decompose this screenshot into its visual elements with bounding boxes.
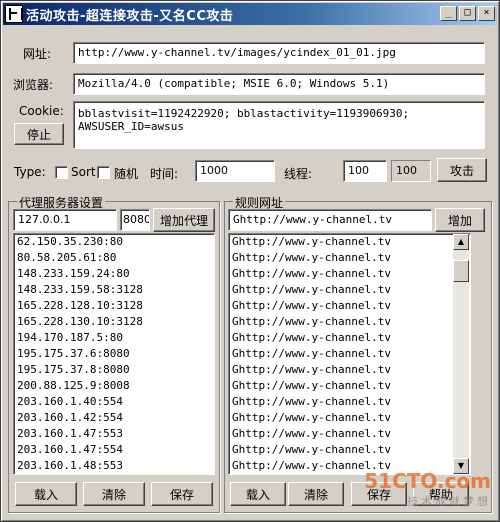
list-item[interactable]: Ghttp://www.y-channel.tv xyxy=(229,362,470,378)
threads-display: 100 xyxy=(391,160,431,182)
sort-label: Sort xyxy=(71,165,96,179)
list-item[interactable]: 203.160.1.47:553 xyxy=(14,426,214,442)
list-item[interactable]: 195.175.37.8:8080 xyxy=(14,362,214,378)
rule-url-input[interactable]: Ghttp://www.y-channel.tv xyxy=(228,209,432,231)
window-controls: _ □ × xyxy=(440,6,495,21)
scroll-up-icon[interactable]: ▲ xyxy=(453,234,469,250)
proxy-load-button[interactable]: 载入 xyxy=(15,482,77,506)
list-item[interactable]: Ghttp://www.y-channel.tv xyxy=(229,442,470,458)
attack-button[interactable]: 攻击 xyxy=(437,158,487,182)
rules-save-button[interactable]: 保存 xyxy=(351,482,407,506)
list-item[interactable]: Ghttp://www.y-channel.tv xyxy=(229,378,470,394)
add-proxy-button[interactable]: 增加代理 xyxy=(153,208,215,232)
rules-clear-button[interactable]: 清除 xyxy=(288,482,344,506)
list-item[interactable]: 148.233.159.58:3128 xyxy=(14,282,214,298)
list-item[interactable]: 200.88.125.9:8008 xyxy=(14,378,214,394)
scroll-down-icon[interactable]: ▼ xyxy=(453,458,469,474)
title-bar[interactable]: 活动攻击-超连接攻击-又名CC攻击 _ □ × xyxy=(3,3,497,25)
list-item[interactable]: 203.160.1.40:554 xyxy=(14,394,214,410)
help-button[interactable]: 帮助 xyxy=(413,482,469,506)
close-button[interactable]: × xyxy=(478,6,495,21)
threads-label: 线程: xyxy=(284,167,313,181)
url-label: 网址: xyxy=(23,47,52,61)
stop-button[interactable]: 停止 xyxy=(14,123,64,145)
proxy-ip-input[interactable]: 127.0.0.1 xyxy=(13,209,117,231)
list-item[interactable]: 195.175.37.6:8080 xyxy=(14,346,214,362)
list-item[interactable]: Ghttp://www.y-channel.tv xyxy=(229,346,470,362)
list-item[interactable]: 80.58.205.61:80 xyxy=(14,250,214,266)
proxy-list[interactable]: 62.150.35.230:80 80.58.205.61:80 148.233… xyxy=(13,233,215,475)
list-item[interactable]: Ghttp://www.y-channel.tv xyxy=(229,330,470,346)
app-icon xyxy=(5,5,23,23)
proxy-port-input[interactable]: 8080 xyxy=(120,209,150,231)
time-label: 时间: xyxy=(150,167,179,181)
random-label: 随机 xyxy=(114,167,139,181)
scroll-thumb[interactable] xyxy=(453,260,469,282)
url-input[interactable]: http://www.y-channel.tv/images/ycindex_0… xyxy=(73,42,485,64)
user-agent-input[interactable]: Mozilla/4.0 (compatible; MSIE 6.0; Windo… xyxy=(73,73,485,95)
list-item[interactable]: Ghttp://www.y-channel.tv xyxy=(229,394,470,410)
list-item[interactable]: 148.233.159.24:80 xyxy=(14,266,214,282)
proxy-clear-button[interactable]: 清除 xyxy=(83,482,145,506)
minimize-button[interactable]: _ xyxy=(440,6,457,21)
proxy-save-button[interactable]: 保存 xyxy=(151,482,213,506)
list-item[interactable]: 165.228.128.10:3128 xyxy=(14,298,214,314)
rules-scrollbar[interactable]: ▲ ▼ xyxy=(453,234,469,474)
cookie-textarea[interactable]: bblastvisit=1192422920; bblastactivity=1… xyxy=(73,101,485,149)
rules-list[interactable]: Ghttp://www.y-channel.tv Ghttp://www.y-c… xyxy=(228,233,471,475)
rules-load-button[interactable]: 载入 xyxy=(230,482,286,506)
sort-checkbox[interactable] xyxy=(55,166,68,179)
list-item[interactable]: 62.150.35.230:80 xyxy=(14,234,214,250)
list-item[interactable]: Ghttp://www.y-channel.tv xyxy=(229,410,470,426)
random-checkbox[interactable] xyxy=(97,166,110,179)
window-title: 活动攻击-超连接攻击-又名CC攻击 xyxy=(26,8,234,24)
list-item[interactable]: 194.170.187.5:80 xyxy=(14,330,214,346)
main-window: 活动攻击-超连接攻击-又名CC攻击 _ □ × 网址: http://www.y… xyxy=(0,0,500,522)
list-item[interactable]: 203.160.1.48:553 xyxy=(14,458,214,474)
browser-label: 浏览器: xyxy=(13,78,54,92)
list-item[interactable]: 203.160.1.47:554 xyxy=(14,442,214,458)
list-item[interactable]: Ghttp://www.y-channel.tv xyxy=(229,314,470,330)
type-label: Type: xyxy=(14,165,46,179)
add-rule-button[interactable]: 增加 xyxy=(435,208,485,232)
list-item[interactable]: Ghttp://www.y-channel.tv xyxy=(229,234,470,250)
time-input[interactable]: 1000 xyxy=(195,160,275,182)
maximize-button[interactable]: □ xyxy=(459,6,476,21)
list-item[interactable]: Ghttp://www.y-channel.tv xyxy=(229,298,470,314)
proxy-list-items: 62.150.35.230:80 80.58.205.61:80 148.233… xyxy=(14,234,214,474)
rules-list-items: Ghttp://www.y-channel.tv Ghttp://www.y-c… xyxy=(229,234,470,474)
list-item[interactable]: Ghttp://www.y-channel.tv xyxy=(229,458,470,474)
cookie-label: Cookie: xyxy=(19,104,64,118)
threads-input[interactable]: 100 xyxy=(343,160,387,182)
list-item[interactable]: Ghttp://www.y-channel.tv xyxy=(229,266,470,282)
list-item[interactable]: Ghttp://www.y-channel.tv xyxy=(229,250,470,266)
list-item[interactable]: 203.160.1.42:554 xyxy=(14,410,214,426)
list-item[interactable]: Ghttp://www.y-channel.tv xyxy=(229,426,470,442)
list-item[interactable]: Ghttp://www.y-channel.tv xyxy=(229,282,470,298)
list-item[interactable]: 165.228.130.10:3128 xyxy=(14,314,214,330)
